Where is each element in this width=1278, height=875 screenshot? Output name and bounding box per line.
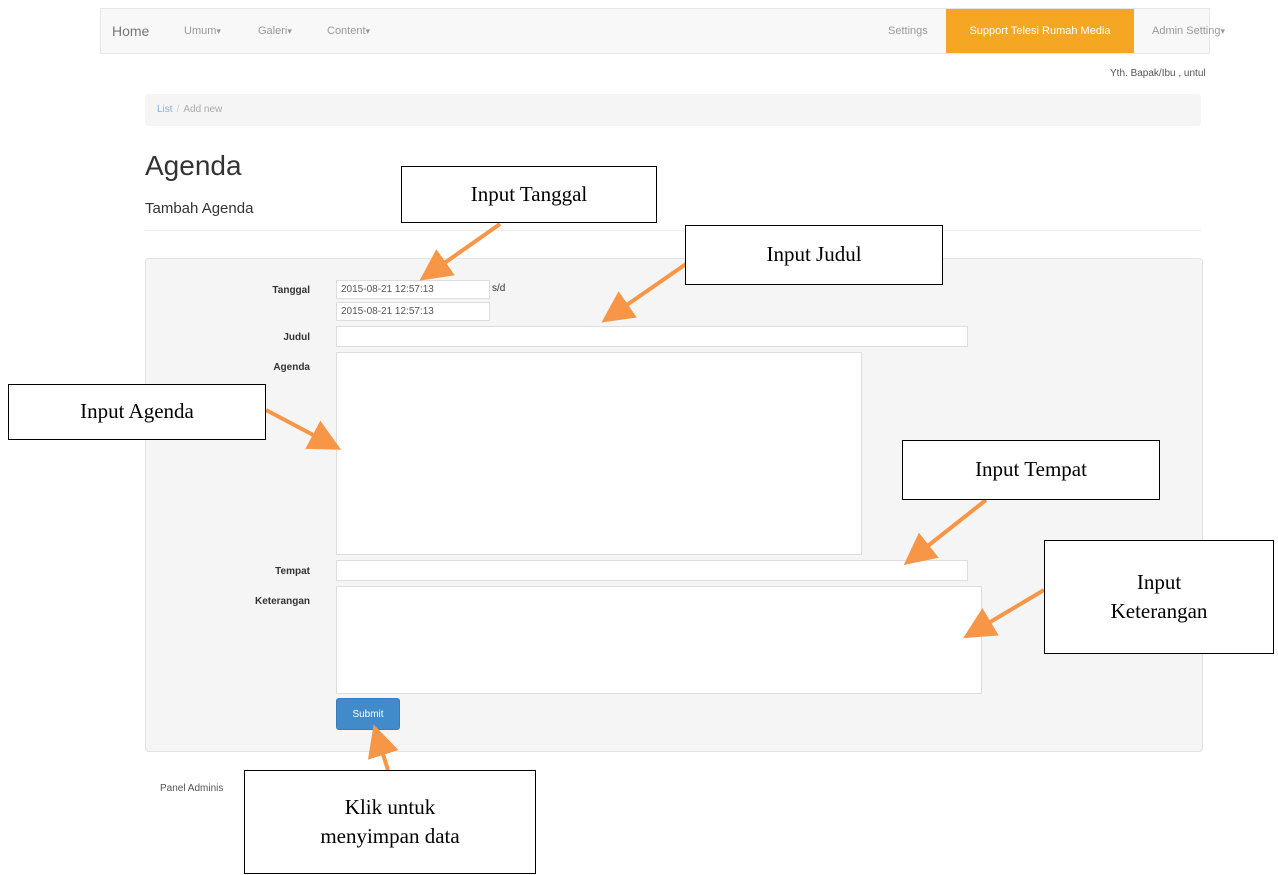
- nav-admin-setting-menu[interactable]: Admin Setting▾: [1152, 9, 1225, 53]
- callout-input-agenda: Input Agenda: [8, 384, 266, 440]
- nav-menu-galeri-label: Galeri: [258, 25, 288, 37]
- nav-support-link[interactable]: Support Telesi Rumah Media: [946, 9, 1134, 53]
- nav-settings-link[interactable]: Settings: [888, 9, 928, 53]
- callout-input-judul-text: Input Judul: [766, 242, 862, 267]
- nav-menu-galeri[interactable]: Galeri▾: [258, 9, 292, 53]
- callout-input-tanggal-text: Input Tanggal: [470, 181, 588, 206]
- chevron-down-icon: ▾: [287, 26, 292, 36]
- callout-input-keterangan-line2: Keterangan: [1110, 599, 1208, 623]
- footer-text: Panel Adminis: [160, 783, 224, 794]
- tempat-label: Tempat: [275, 566, 310, 577]
- breadcrumb-separator: /: [176, 104, 180, 115]
- chevron-down-icon: ▾: [1220, 26, 1226, 36]
- divider: [145, 230, 1201, 231]
- tanggal-end-input[interactable]: [336, 302, 490, 321]
- breadcrumb-list-link[interactable]: List: [157, 104, 173, 115]
- nav-menu-umum-label: Umum: [184, 25, 217, 37]
- callout-submit-line2: menyimpan data: [320, 824, 460, 848]
- callout-input-agenda-text: Input Agenda: [80, 399, 194, 424]
- nav-menu-umum[interactable]: Umum▾: [184, 9, 221, 53]
- nav-menu-content[interactable]: Content▾: [327, 9, 370, 53]
- chevron-down-icon: ▾: [216, 26, 221, 36]
- page-subtitle: Tambah Agenda: [145, 200, 254, 217]
- sd-label: s/d: [492, 283, 506, 294]
- callout-input-judul: Input Judul: [685, 225, 943, 285]
- page-title: Agenda: [145, 150, 242, 181]
- agenda-textarea[interactable]: [336, 352, 862, 555]
- callout-input-keterangan-line1: Input: [1136, 569, 1182, 594]
- callout-input-tanggal: Input Tanggal: [401, 166, 657, 223]
- breadcrumb-current: Add new: [183, 104, 223, 115]
- agenda-label: Agenda: [273, 362, 310, 373]
- keterangan-textarea[interactable]: [336, 586, 982, 694]
- user-greeting: Yth. Bapak/Ibu , untul: [1110, 68, 1206, 79]
- tanggal-start-input[interactable]: [336, 280, 490, 299]
- callout-submit: Klik untuk menyimpan data: [244, 770, 536, 874]
- nav-home-link[interactable]: Home: [112, 9, 149, 53]
- keterangan-label: Keterangan: [254, 596, 310, 607]
- nav-admin-setting-label: Admin Setting: [1152, 25, 1221, 37]
- breadcrumb: List / Add new: [145, 94, 1201, 126]
- chevron-down-icon: ▾: [365, 26, 371, 36]
- judul-label: Judul: [283, 332, 310, 343]
- nav-menu-content-label: Content: [327, 25, 366, 37]
- callout-input-tempat-text: Input Tempat: [975, 457, 1087, 482]
- callout-submit-line1: Klik untuk: [344, 794, 436, 819]
- submit-button[interactable]: Submit: [336, 698, 400, 730]
- callout-input-tempat: Input Tempat: [902, 440, 1160, 500]
- judul-input[interactable]: [336, 326, 968, 347]
- callout-input-keterangan: Input Keterangan: [1044, 540, 1274, 654]
- tanggal-label: Tanggal: [272, 285, 310, 296]
- tempat-input[interactable]: [336, 560, 968, 581]
